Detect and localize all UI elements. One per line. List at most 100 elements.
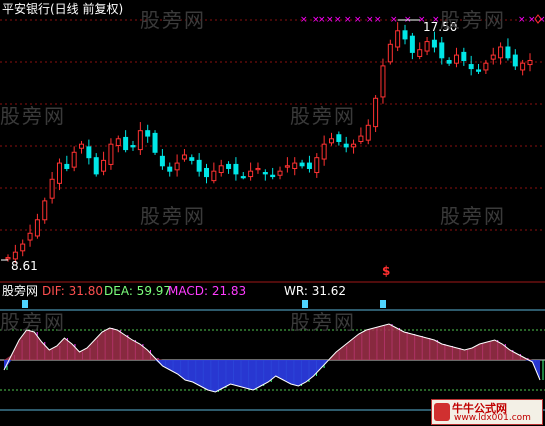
price-low-label: 8.61 (11, 259, 38, 273)
candle-body (71, 151, 77, 168)
candle-body (306, 162, 312, 169)
top-marker: × (326, 15, 334, 25)
top-marker: × (374, 15, 382, 25)
candle-body (56, 162, 62, 184)
candle-body (277, 170, 283, 176)
candle-body (468, 64, 474, 70)
candle-body (93, 157, 99, 175)
signal-block (380, 300, 386, 308)
positive-area (4, 324, 540, 360)
candle-body (527, 59, 533, 66)
candle-body (395, 30, 401, 48)
candle-body (226, 163, 232, 169)
candle-body (108, 143, 114, 165)
candle-body (461, 51, 467, 61)
top-marker: × (334, 15, 342, 25)
candle-body (167, 166, 173, 172)
candle-body (137, 130, 143, 151)
candle-body (101, 159, 107, 172)
candle-body (292, 162, 298, 169)
candle-body (49, 178, 55, 199)
candle-body (402, 30, 408, 40)
candle-body (439, 42, 445, 59)
watermark: 股旁网 (0, 310, 66, 334)
candle-body (255, 167, 261, 171)
top-marker: × (528, 15, 536, 25)
candle-body (417, 49, 423, 57)
candle-body (409, 35, 415, 53)
candle-body (380, 65, 386, 98)
indicator-panel-name: 股旁网 (2, 284, 39, 298)
macd-label: MACD: 21.83 (168, 284, 247, 298)
top-marker: × (344, 15, 352, 25)
candle-body (328, 138, 334, 144)
candle-body (343, 143, 349, 148)
candle-body (483, 62, 489, 71)
candle-body (476, 69, 482, 72)
candle-body (115, 138, 121, 147)
candle-body (520, 62, 526, 71)
top-marker: × (318, 15, 326, 25)
candle-body (196, 159, 202, 172)
candle-body (79, 143, 85, 149)
candle-body (12, 251, 18, 260)
signal-marker: $ (382, 264, 391, 278)
candle-body (336, 134, 342, 142)
candle-body (123, 136, 129, 151)
candle-body (181, 154, 187, 160)
candle-body (512, 54, 518, 67)
candle-body (373, 97, 379, 128)
watermark: 股旁网 (440, 8, 506, 32)
candle-body (189, 157, 195, 161)
candle-body (299, 162, 305, 167)
candle-body (145, 130, 151, 137)
watermark: 股旁网 (290, 104, 356, 128)
candle-body (233, 163, 239, 175)
dif-label: DIF: 31.80 (42, 284, 103, 298)
candle-body (365, 124, 371, 141)
candle-body (5, 257, 11, 260)
top-marker: × (354, 15, 362, 25)
candle-body (490, 54, 496, 60)
watermark: 股旁网 (0, 104, 66, 128)
candle-body (314, 157, 320, 174)
watermark: 股旁网 (140, 204, 206, 228)
candle-body (284, 165, 290, 168)
candle-body (159, 155, 165, 167)
top-marker: × (390, 15, 398, 25)
candle-body (453, 54, 459, 64)
candle-body (152, 132, 158, 153)
candle-body (387, 43, 393, 63)
watermark: 股旁网 (290, 310, 356, 334)
chart-title: 平安银行(日线 前复权) (2, 2, 124, 16)
candle-body (42, 200, 48, 221)
candle-body (351, 143, 357, 148)
candle-body (64, 163, 70, 169)
candle-body (27, 232, 33, 241)
site-logo: 牛牛公式网 www.ldx001.com (431, 399, 543, 425)
candle-body (211, 170, 217, 182)
candle-body (262, 172, 268, 175)
negative-area (4, 360, 540, 392)
candle-body (130, 145, 136, 148)
candle-body (174, 162, 180, 171)
candle-body (248, 170, 254, 178)
candle-body (505, 46, 511, 59)
watermark: 股旁网 (440, 204, 506, 228)
candle-body (321, 143, 327, 160)
candle-body (431, 39, 437, 48)
candle-body (270, 174, 276, 178)
candle-body (240, 176, 246, 179)
candle-body (34, 219, 40, 237)
logo-url: www.ldx001.com (454, 413, 531, 423)
top-marker: × (300, 15, 308, 25)
candle-body (86, 146, 92, 159)
candle-body (498, 46, 504, 59)
candle-body (424, 41, 430, 52)
top-marker: × (366, 15, 374, 25)
wr-label: WR: 31.62 (284, 284, 347, 298)
watermark: 股旁网 (140, 8, 206, 32)
candle-body (446, 59, 452, 64)
dea-label: DEA: 59.97 (104, 284, 172, 298)
candle-body (218, 165, 224, 174)
